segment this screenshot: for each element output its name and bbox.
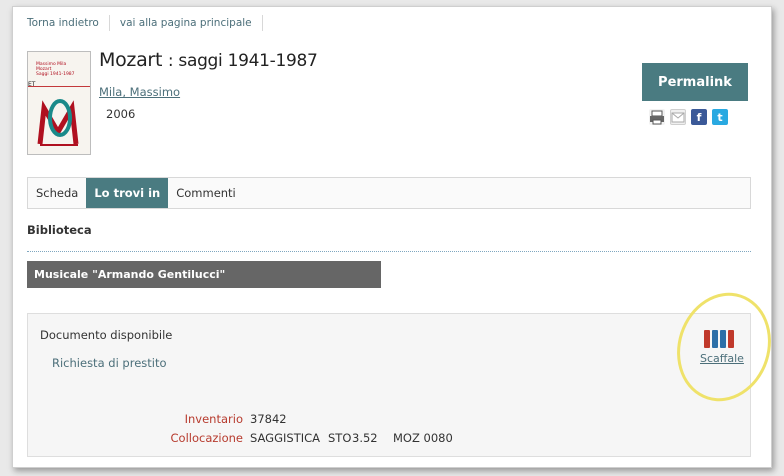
print-icon[interactable] (649, 109, 665, 125)
tab-scheda[interactable]: Scheda (28, 178, 86, 208)
nav-separator (261, 15, 263, 31)
availability-status: Documento disponibile (40, 328, 173, 342)
title-subtitle: : saggi 1941-1987 (167, 51, 318, 71)
library-section-heading: Biblioteca (27, 223, 92, 237)
location-label: Collocazione (170, 431, 244, 445)
section-divider (27, 251, 751, 252)
permalink-button[interactable]: Permalink (642, 63, 748, 101)
location-code: MOZ 0080 (393, 431, 453, 445)
record-page: Torna indietro vai alla pagina principal… (12, 6, 784, 468)
location-number: 3.52 (352, 431, 378, 445)
shelf-icon[interactable] (704, 330, 734, 348)
facebook-icon[interactable]: f (691, 109, 707, 125)
availability-panel: Documento disponibile Richiesta di prest… (27, 280, 784, 457)
home-link[interactable]: vai alla pagina principale (120, 17, 252, 29)
record-title: Mozart : saggi 1941-1987 (99, 49, 318, 71)
back-link[interactable]: Torna indietro (27, 17, 99, 29)
share-toolbar: f t (649, 109, 728, 125)
loan-request-link[interactable]: Richiesta di prestito (52, 356, 167, 370)
twitter-icon[interactable]: t (712, 109, 728, 125)
title-main: Mozart (99, 49, 163, 71)
book-cover-thumbnail[interactable]: Massimo Mila Mozart Saggi 1941-1987 ET (27, 51, 91, 155)
location-class: STO (328, 431, 352, 445)
tab-lo-trovi-in[interactable]: Lo trovi in (86, 178, 169, 208)
library-name-bar[interactable]: Musicale "Armando Gentilucci" (27, 261, 381, 288)
top-navigation: Torna indietro vai alla pagina principal… (27, 15, 273, 31)
record-tabs: Scheda Lo trovi in Commenti (27, 177, 751, 209)
author-link[interactable]: Mila, Massimo (99, 85, 180, 99)
mail-icon[interactable] (670, 109, 686, 125)
cover-monogram-icon (37, 99, 79, 146)
inventory-value: 37842 (250, 412, 287, 426)
location-section: SAGGISTICA (250, 431, 321, 445)
publication-year: 2006 (106, 107, 136, 121)
nav-separator (108, 15, 110, 31)
shelf-link[interactable]: Scaffale (700, 352, 744, 365)
inventory-label: Inventario (184, 412, 243, 426)
tab-commenti[interactable]: Commenti (168, 178, 244, 208)
